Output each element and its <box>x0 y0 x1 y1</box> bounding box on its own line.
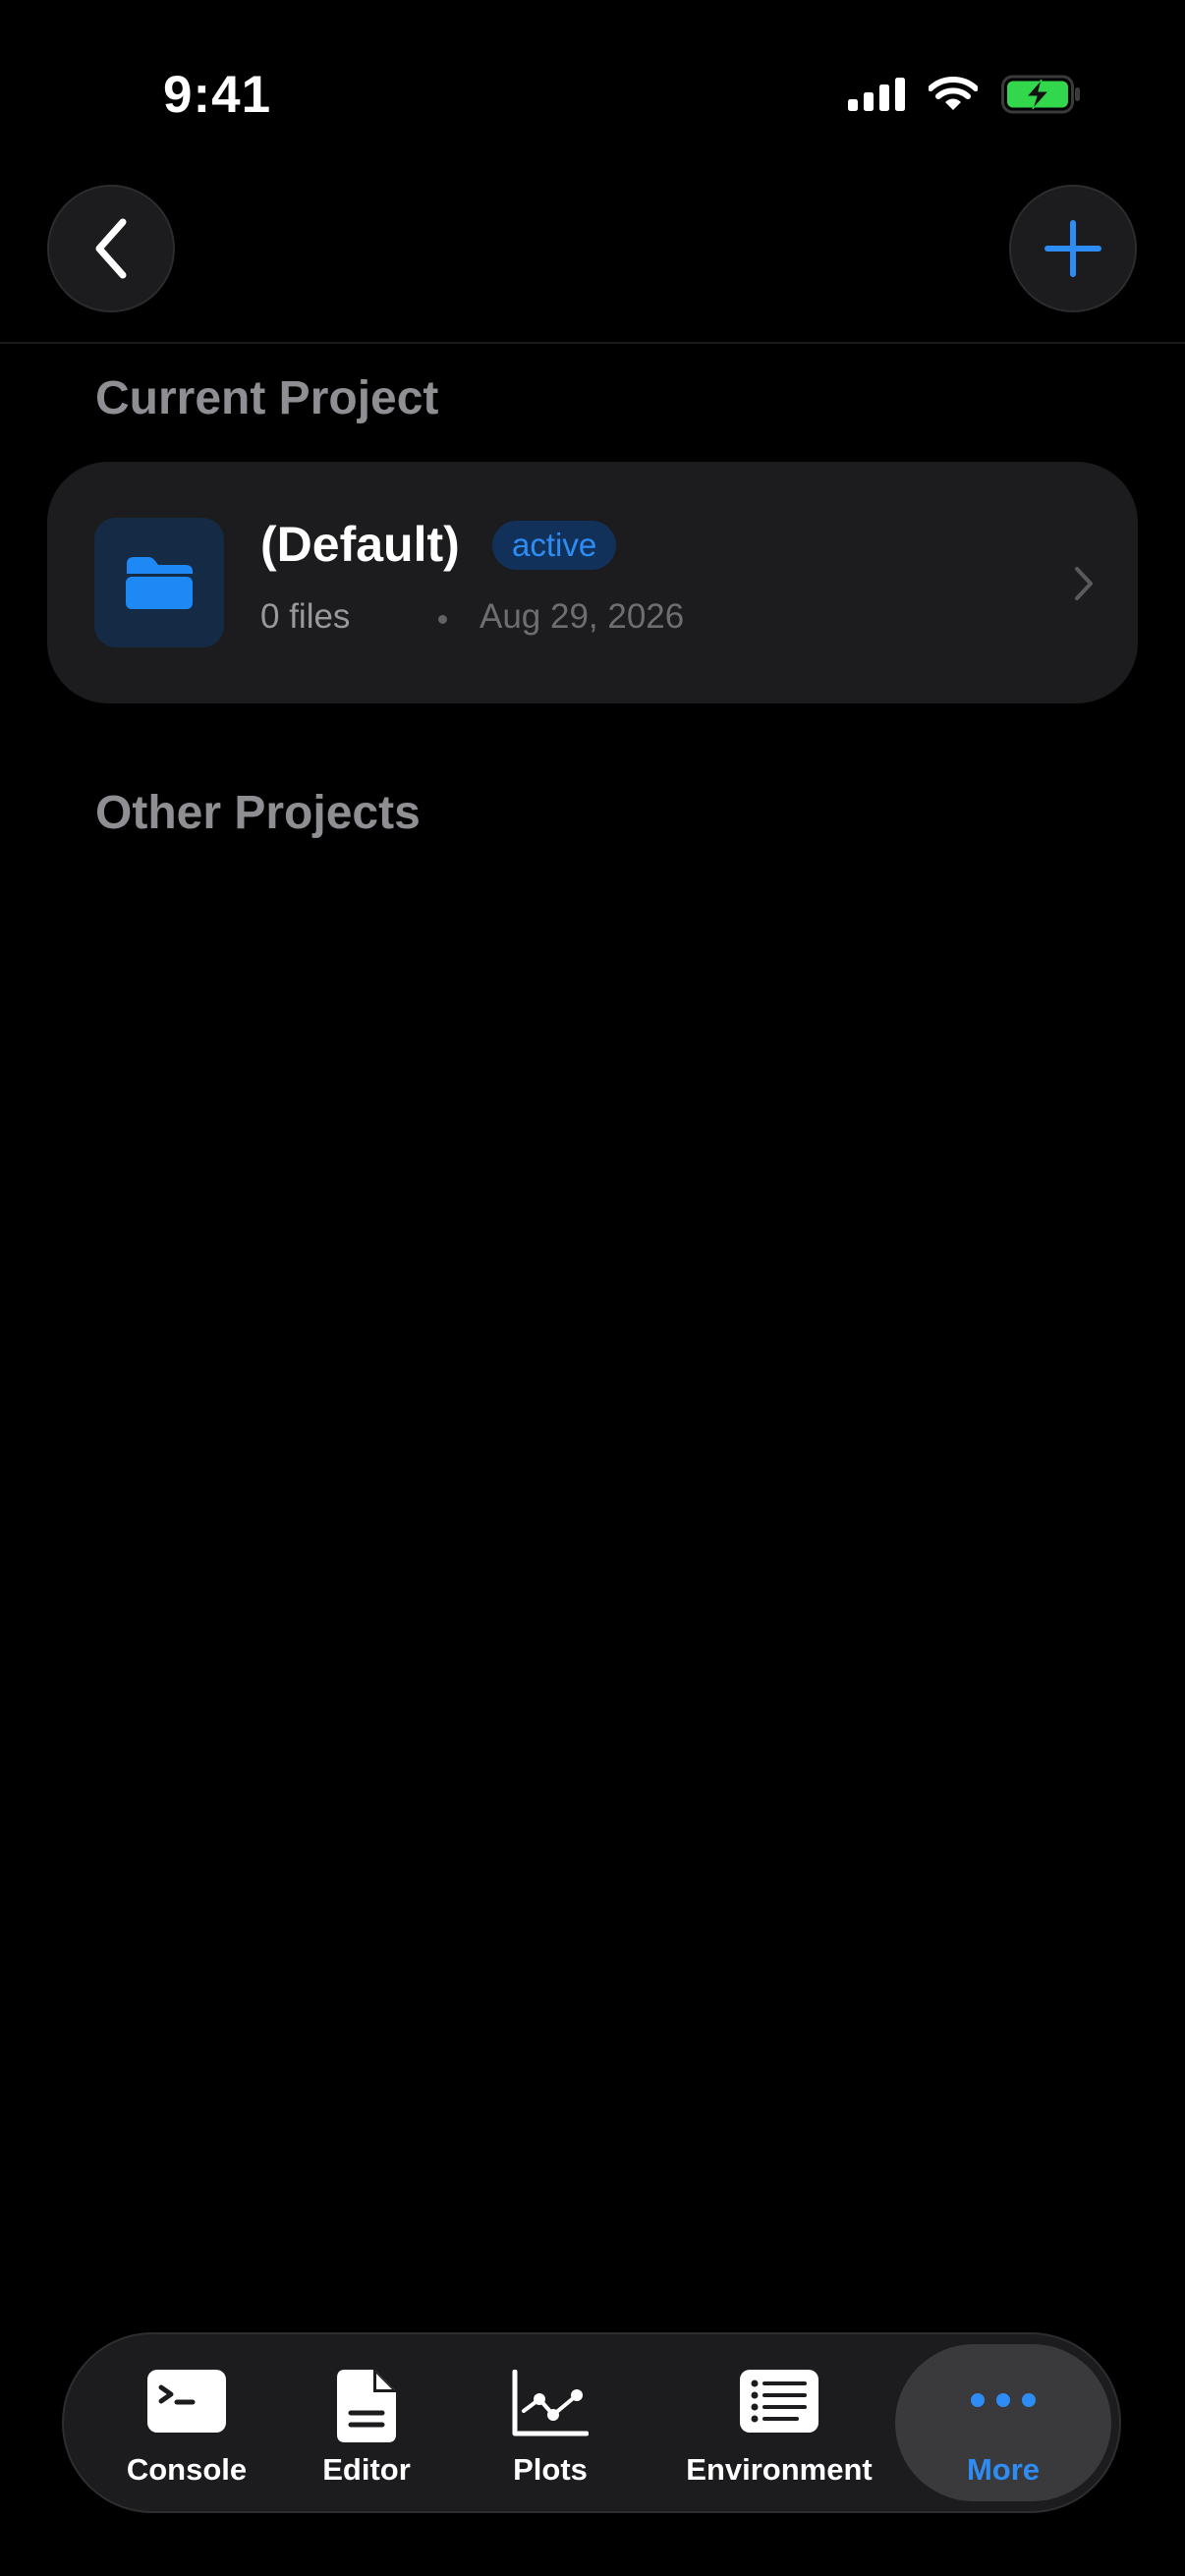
list-icon <box>740 2370 818 2433</box>
chevron-left-icon <box>95 218 127 279</box>
tab-label: Environment <box>686 2452 873 2487</box>
status-bar: 9:41 <box>0 0 1185 187</box>
active-badge: active <box>492 521 617 570</box>
battery-charging-icon <box>1001 75 1080 114</box>
chevron-right-icon <box>1075 567 1093 600</box>
wifi-icon <box>929 77 978 110</box>
current-project-heading: Current Project <box>95 372 439 424</box>
file-count: 0 files <box>260 597 351 636</box>
tab-console[interactable]: Console <box>103 2334 270 2511</box>
back-button[interactable] <box>47 185 175 312</box>
plus-icon <box>1044 220 1101 277</box>
tab-label: Plots <box>513 2452 588 2487</box>
cellular-signal-icon <box>848 78 905 111</box>
project-name: (Default) <box>260 517 460 572</box>
tab-label: Console <box>126 2452 248 2487</box>
other-projects-heading: Other Projects <box>95 787 421 839</box>
tab-label: Editor <box>322 2452 411 2487</box>
tab-label: More <box>966 2452 1041 2487</box>
folder-tile <box>94 518 224 647</box>
status-icons <box>848 75 1082 114</box>
add-project-button[interactable] <box>1009 185 1137 312</box>
separator-dot <box>438 615 447 624</box>
tab-more[interactable]: More <box>895 2334 1111 2511</box>
status-time: 9:41 <box>163 66 272 124</box>
document-icon <box>337 2370 396 2442</box>
tab-bar: Console Editor Plots Environment More <box>62 2332 1121 2513</box>
ellipsis-icon <box>971 2393 1036 2407</box>
nav-divider <box>0 342 1185 344</box>
terminal-icon <box>147 2370 226 2433</box>
project-date: Aug 29, 2026 <box>480 597 685 636</box>
tab-editor[interactable]: Editor <box>298 2334 435 2511</box>
tab-plots[interactable]: Plots <box>477 2334 624 2511</box>
line-chart-icon <box>512 2370 589 2436</box>
current-project-card[interactable]: (Default) active 0 files Aug 29, 2026 <box>47 462 1138 703</box>
folder-icon <box>126 557 193 609</box>
tab-environment[interactable]: Environment <box>681 2334 877 2511</box>
